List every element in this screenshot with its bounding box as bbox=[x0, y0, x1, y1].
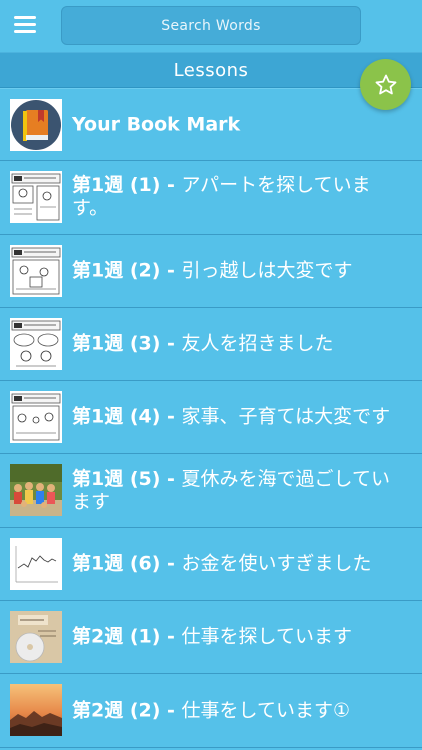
line-graph-image bbox=[10, 537, 62, 590]
list-item-label: 第1週 (4) - 家事、子育ては大変です bbox=[72, 405, 391, 428]
section-header: Lessons bbox=[0, 52, 422, 88]
list-item-label: 第1週 (2) - 引っ越しは大変です bbox=[72, 259, 353, 282]
favorite-star-button[interactable] bbox=[360, 59, 411, 110]
group-photo-image bbox=[10, 464, 62, 517]
top-bar: Search Words bbox=[0, 0, 422, 52]
star-icon bbox=[375, 74, 396, 94]
list-item-lesson[interactable]: 第2週 (2) - 仕事をしています① bbox=[0, 674, 422, 748]
lesson-illustration-image bbox=[10, 244, 62, 297]
list-item-label: 第2週 (1) - 仕事を探しています bbox=[72, 625, 352, 648]
list-item-bookmark[interactable]: Your Book Mark bbox=[0, 88, 422, 162]
list-item-label: 第1週 (6) - お金を使いすぎました bbox=[72, 552, 372, 575]
list-item-lesson[interactable]: 第1週 (5) - 夏休みを海で過ごしています bbox=[0, 454, 422, 528]
list-item-label: Your Book Mark bbox=[72, 113, 241, 136]
hamburger-menu-icon[interactable] bbox=[14, 15, 36, 33]
lesson-illustration-image bbox=[10, 171, 62, 224]
list-item-lesson[interactable]: 第1週 (4) - 家事、子育ては大変です bbox=[0, 381, 422, 455]
lesson-illustration-image bbox=[10, 391, 62, 444]
list-item-label: 第1週 (5) - 夏休みを海で過ごしています bbox=[72, 467, 390, 513]
list-item-lesson[interactable]: 第1週 (6) - お金を使いすぎました bbox=[0, 527, 422, 602]
list-item-lesson[interactable]: 第1週 (1) - アパートを探しています。 bbox=[0, 161, 422, 235]
sunset-photo-image bbox=[10, 684, 62, 737]
list-item-lesson[interactable]: 第1週 (3) - 友人を招きました bbox=[0, 307, 422, 382]
list-item-label: 第1週 (3) - 友人を招きました bbox=[72, 332, 334, 355]
search-input[interactable]: Search Words bbox=[61, 6, 361, 45]
search-placeholder: Search Words bbox=[161, 17, 261, 34]
bookmark-book-icon bbox=[10, 99, 62, 151]
lesson-illustration-image bbox=[10, 317, 62, 370]
list-item-lesson[interactable]: 第2週 (1) - 仕事を探しています bbox=[0, 601, 422, 675]
lesson-list: Your Book Mark 第1週 (1) - アパートを探しています。 第1… bbox=[0, 88, 422, 748]
list-item-label: 第2週 (2) - 仕事をしています① bbox=[72, 699, 351, 722]
cd-photo-image bbox=[10, 611, 62, 664]
list-item-lesson[interactable]: 第1週 (2) - 引っ越しは大変です bbox=[0, 234, 422, 308]
section-title: Lessons bbox=[173, 59, 249, 81]
list-item-label: 第1週 (1) - アパートを探しています。 bbox=[72, 174, 371, 220]
